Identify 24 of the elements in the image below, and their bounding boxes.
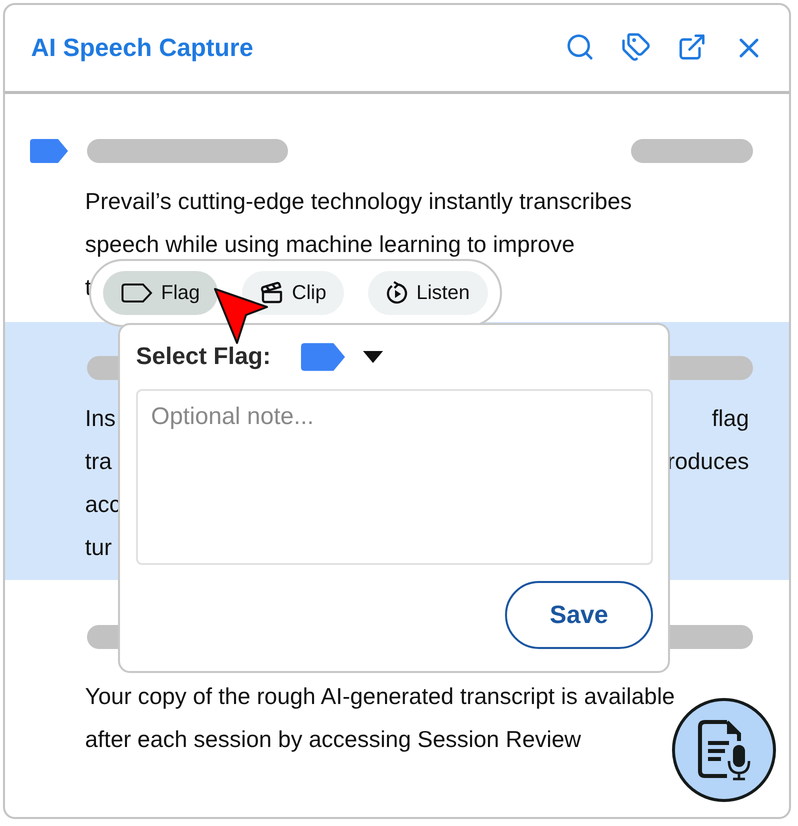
toolbar-button[interactable]: Flag — [103, 271, 218, 315]
transcript-text: Ins — [85, 405, 116, 432]
transcript-text: tra — [85, 448, 112, 475]
caret-icon — [362, 351, 383, 363]
transcript-text: flag — [712, 405, 749, 432]
transcript-text: Prevail’s cutting-edge technology instantly transcribes — [85, 188, 632, 215]
select-flag-label: Select Flag: — [136, 343, 271, 371]
toolbar-button[interactable]: Listen — [368, 271, 488, 315]
tag-icon — [121, 283, 153, 303]
transcript-text: tur — [85, 534, 112, 561]
window-title: AI Speech Capture — [31, 34, 254, 62]
note-field[interactable]: Optional note... — [136, 389, 653, 565]
transcript-mic-icon — [697, 719, 751, 781]
flag-dropdown[interactable] — [300, 343, 383, 371]
replay-icon — [386, 281, 408, 305]
clapperboard-icon — [260, 281, 284, 305]
cursor-icon — [213, 287, 269, 345]
transcript-text: Your copy of the rough AI-generated transcript is available — [85, 683, 675, 710]
toolbar-button[interactable]: Clip — [242, 271, 344, 315]
save-button[interactable]: Save — [505, 581, 653, 649]
transcript-text: speech while using machine learning to improve — [85, 231, 575, 258]
transcript-text: roduces — [667, 448, 749, 475]
transcript-text: after each session by accessing Session Review — [85, 726, 582, 753]
flag-color-icon — [300, 343, 345, 371]
